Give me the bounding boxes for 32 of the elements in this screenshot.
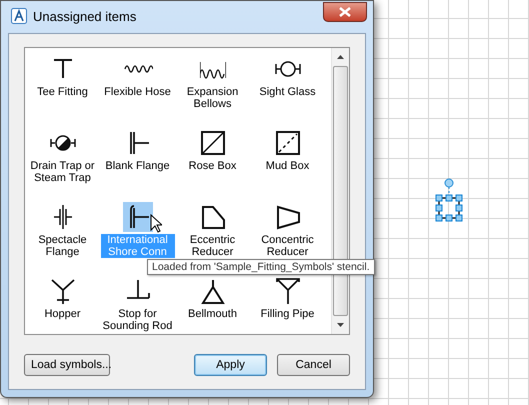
symbol-icon[interactable] [122,64,152,74]
symbol-icon[interactable] [274,130,300,156]
symbol-label[interactable]: Blank Flange [104,160,171,172]
symbol-label[interactable]: Bellmouth [187,308,238,320]
close-button[interactable] [323,2,367,22]
symbol-label[interactable]: Mud Box [264,160,310,172]
symbol-label[interactable]: Rose Box [188,160,238,172]
symbol-label[interactable]: Flexible Hose [103,86,172,98]
window-title: Unassigned items [33,8,138,24]
dialog-button[interactable]: Apply [194,354,267,376]
symbol-label[interactable]: Drain Trap or Steam Trap [26,160,100,184]
symbol-label[interactable]: Filling Pipe [260,308,316,320]
symbol-label[interactable]: Sight Glass [258,86,317,98]
symbol-icon[interactable] [274,204,300,230]
dialog-button[interactable]: Load symbols... [24,354,110,376]
symbol-label[interactable]: Tee Fitting [36,86,89,98]
symbol-label[interactable]: Hopper [43,308,82,320]
symbol-label[interactable]: Spectacle Flange [26,234,100,258]
symbol-icon[interactable] [200,204,226,230]
symbol-icon[interactable] [200,278,226,304]
dialog-button[interactable]: Cancel [277,354,350,376]
cursor-icon [150,214,162,233]
tooltip: Loaded from 'Sample_Fitting_Symbols' stencil. [147,259,375,275]
symbol-icon[interactable] [200,130,226,156]
symbol-icon[interactable] [50,278,76,304]
symbol-label[interactable]: Stop for Sounding Rod [100,308,174,332]
symbol-label[interactable]: Concentric Reducer [250,234,324,258]
symbol-label[interactable]: Eccentric Reducer [176,234,250,258]
close-icon [339,7,351,17]
symbol-label[interactable]: Expansion Bellows [176,86,250,110]
app-icon [11,8,27,24]
symbol-icon[interactable] [274,278,300,304]
